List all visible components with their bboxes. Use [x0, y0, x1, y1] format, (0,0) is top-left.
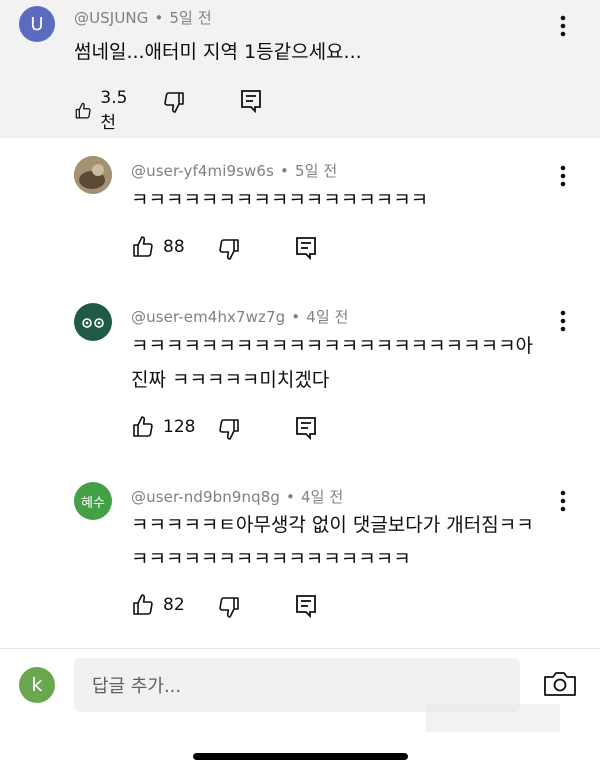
more-vertical-icon	[560, 15, 566, 37]
comment-text: ㅋㅋㅋㅋㅋㅋㅋㅋㅋㅋㅋㅋㅋㅋㅋㅋㅋㅋㅋㅋㅋㅋ아 진짜 ㅋㅋㅋㅋㅋ미치겠다	[131, 335, 534, 391]
avatar-text: 혜수	[81, 495, 105, 511]
divider	[0, 648, 600, 649]
reply-button[interactable]	[295, 594, 317, 618]
more-options-button[interactable]	[551, 164, 575, 188]
thumbs-down-icon	[219, 419, 239, 440]
thumbs-up-icon	[133, 236, 153, 257]
more-options-button[interactable]	[551, 309, 575, 333]
comment-text: 썸네일...애터미 지역 1등같으세요...	[74, 41, 362, 63]
like-button[interactable]: 88	[131, 235, 185, 259]
separator-dot: •	[286, 488, 295, 506]
thumbs-up-icon	[133, 594, 153, 615]
like-count: 3.5천	[100, 88, 128, 133]
avatar-letter: U	[30, 13, 44, 35]
author-name[interactable]: @user-nd9bn9nq8g	[131, 488, 280, 506]
thumbs-up-icon	[75, 102, 91, 119]
thumbs-down-icon	[219, 239, 239, 260]
reply-bar: k 답글 추가...	[0, 650, 600, 773]
author-name[interactable]: @USJUNG	[74, 9, 148, 27]
avatar-letter: k	[31, 674, 43, 696]
more-options-button[interactable]	[551, 489, 575, 513]
avatar[interactable]	[74, 303, 112, 341]
comment-meta: @user-yf4mi9sw6s • 5일 전	[131, 160, 337, 181]
like-button[interactable]: 3.5천	[74, 88, 133, 133]
like-count: 82	[163, 595, 185, 615]
thumbs-down-icon	[219, 597, 239, 618]
comment-meta: @USJUNG • 5일 전	[74, 7, 212, 28]
reply-placeholder: 답글 추가...	[92, 676, 182, 697]
camera-button[interactable]	[543, 671, 577, 697]
thumbs-up-icon	[133, 416, 153, 437]
more-vertical-icon	[560, 310, 566, 332]
comment-icon	[296, 237, 316, 260]
comment-text: ㅋㅋㅋㅋㅋㅌ아무생각 없이 댓글보다가 개터짐ㅋㅋ ㅋㅋㅋㅋㅋㅋㅋㅋㅋㅋㅋㅋㅋㅋ…	[131, 514, 534, 570]
avatar-eyes-icon	[82, 318, 104, 328]
comment-meta: @user-em4hx7wz7g • 4일 전	[131, 306, 349, 327]
comment-age: 4일 전	[300, 488, 344, 506]
camera-icon	[544, 672, 576, 696]
more-vertical-icon	[560, 165, 566, 187]
like-button[interactable]: 128	[131, 415, 195, 439]
parent-comment: U @USJUNG • 5일 전 썸네일...애터미 지역 1등같으세요... 3.…	[0, 0, 600, 138]
reply-button[interactable]	[295, 416, 317, 440]
like-count: 128	[163, 417, 196, 437]
comment-icon	[296, 417, 316, 440]
author-name[interactable]: @user-em4hx7wz7g	[131, 308, 285, 326]
comment-meta: @user-nd9bn9nq8g • 4일 전	[131, 486, 343, 507]
watermark	[426, 704, 560, 732]
author-name[interactable]: @user-yf4mi9sw6s	[131, 162, 274, 180]
comment-icon	[296, 595, 316, 618]
comment-text: ㅋㅋㅋㅋㅋㅋㅋㅋㅋㅋㅋㅋㅋㅋㅋㅋㅋ	[131, 189, 429, 211]
comment-age: 5일 전	[169, 9, 212, 27]
reply-button[interactable]	[240, 89, 262, 113]
reply-comment: @user-yf4mi9sw6s • 5일 전 ㅋㅋㅋㅋㅋㅋㅋㅋㅋㅋㅋㅋㅋㅋㅋㅋㅋ …	[0, 140, 600, 288]
like-button[interactable]: 82	[131, 593, 185, 617]
dislike-button[interactable]	[217, 417, 241, 441]
thumbs-down-icon	[164, 92, 184, 113]
comment-age: 4일 전	[306, 308, 349, 326]
separator-dot: •	[279, 162, 289, 180]
separator-dot: •	[154, 9, 164, 27]
reply-comment: 혜수 @user-nd9bn9nq8g • 4일 전 ㅋㅋㅋㅋㅋㅌ아무생각 없이 댓…	[0, 468, 600, 648]
reply-comment: @user-em4hx7wz7g • 4일 전 ㅋㅋㅋㅋㅋㅋㅋㅋㅋㅋㅋㅋㅋㅋㅋㅋㅋㅋ…	[0, 288, 600, 466]
avatar-photo-icon	[74, 156, 112, 194]
more-vertical-icon	[560, 490, 566, 512]
dislike-button[interactable]	[162, 90, 186, 114]
comment-age: 5일 전	[294, 162, 338, 180]
avatar[interactable]: U	[19, 6, 55, 42]
dislike-button[interactable]	[217, 237, 241, 261]
avatar[interactable]: 혜수	[74, 482, 112, 520]
current-user-avatar[interactable]: k	[19, 667, 55, 703]
comment-icon	[241, 90, 261, 113]
like-count: 88	[163, 237, 185, 257]
separator-dot: •	[291, 308, 301, 326]
avatar[interactable]	[74, 156, 112, 194]
home-indicator	[193, 753, 408, 760]
reply-button[interactable]	[295, 236, 317, 260]
more-options-button[interactable]	[551, 14, 575, 38]
dislike-button[interactable]	[217, 595, 241, 619]
